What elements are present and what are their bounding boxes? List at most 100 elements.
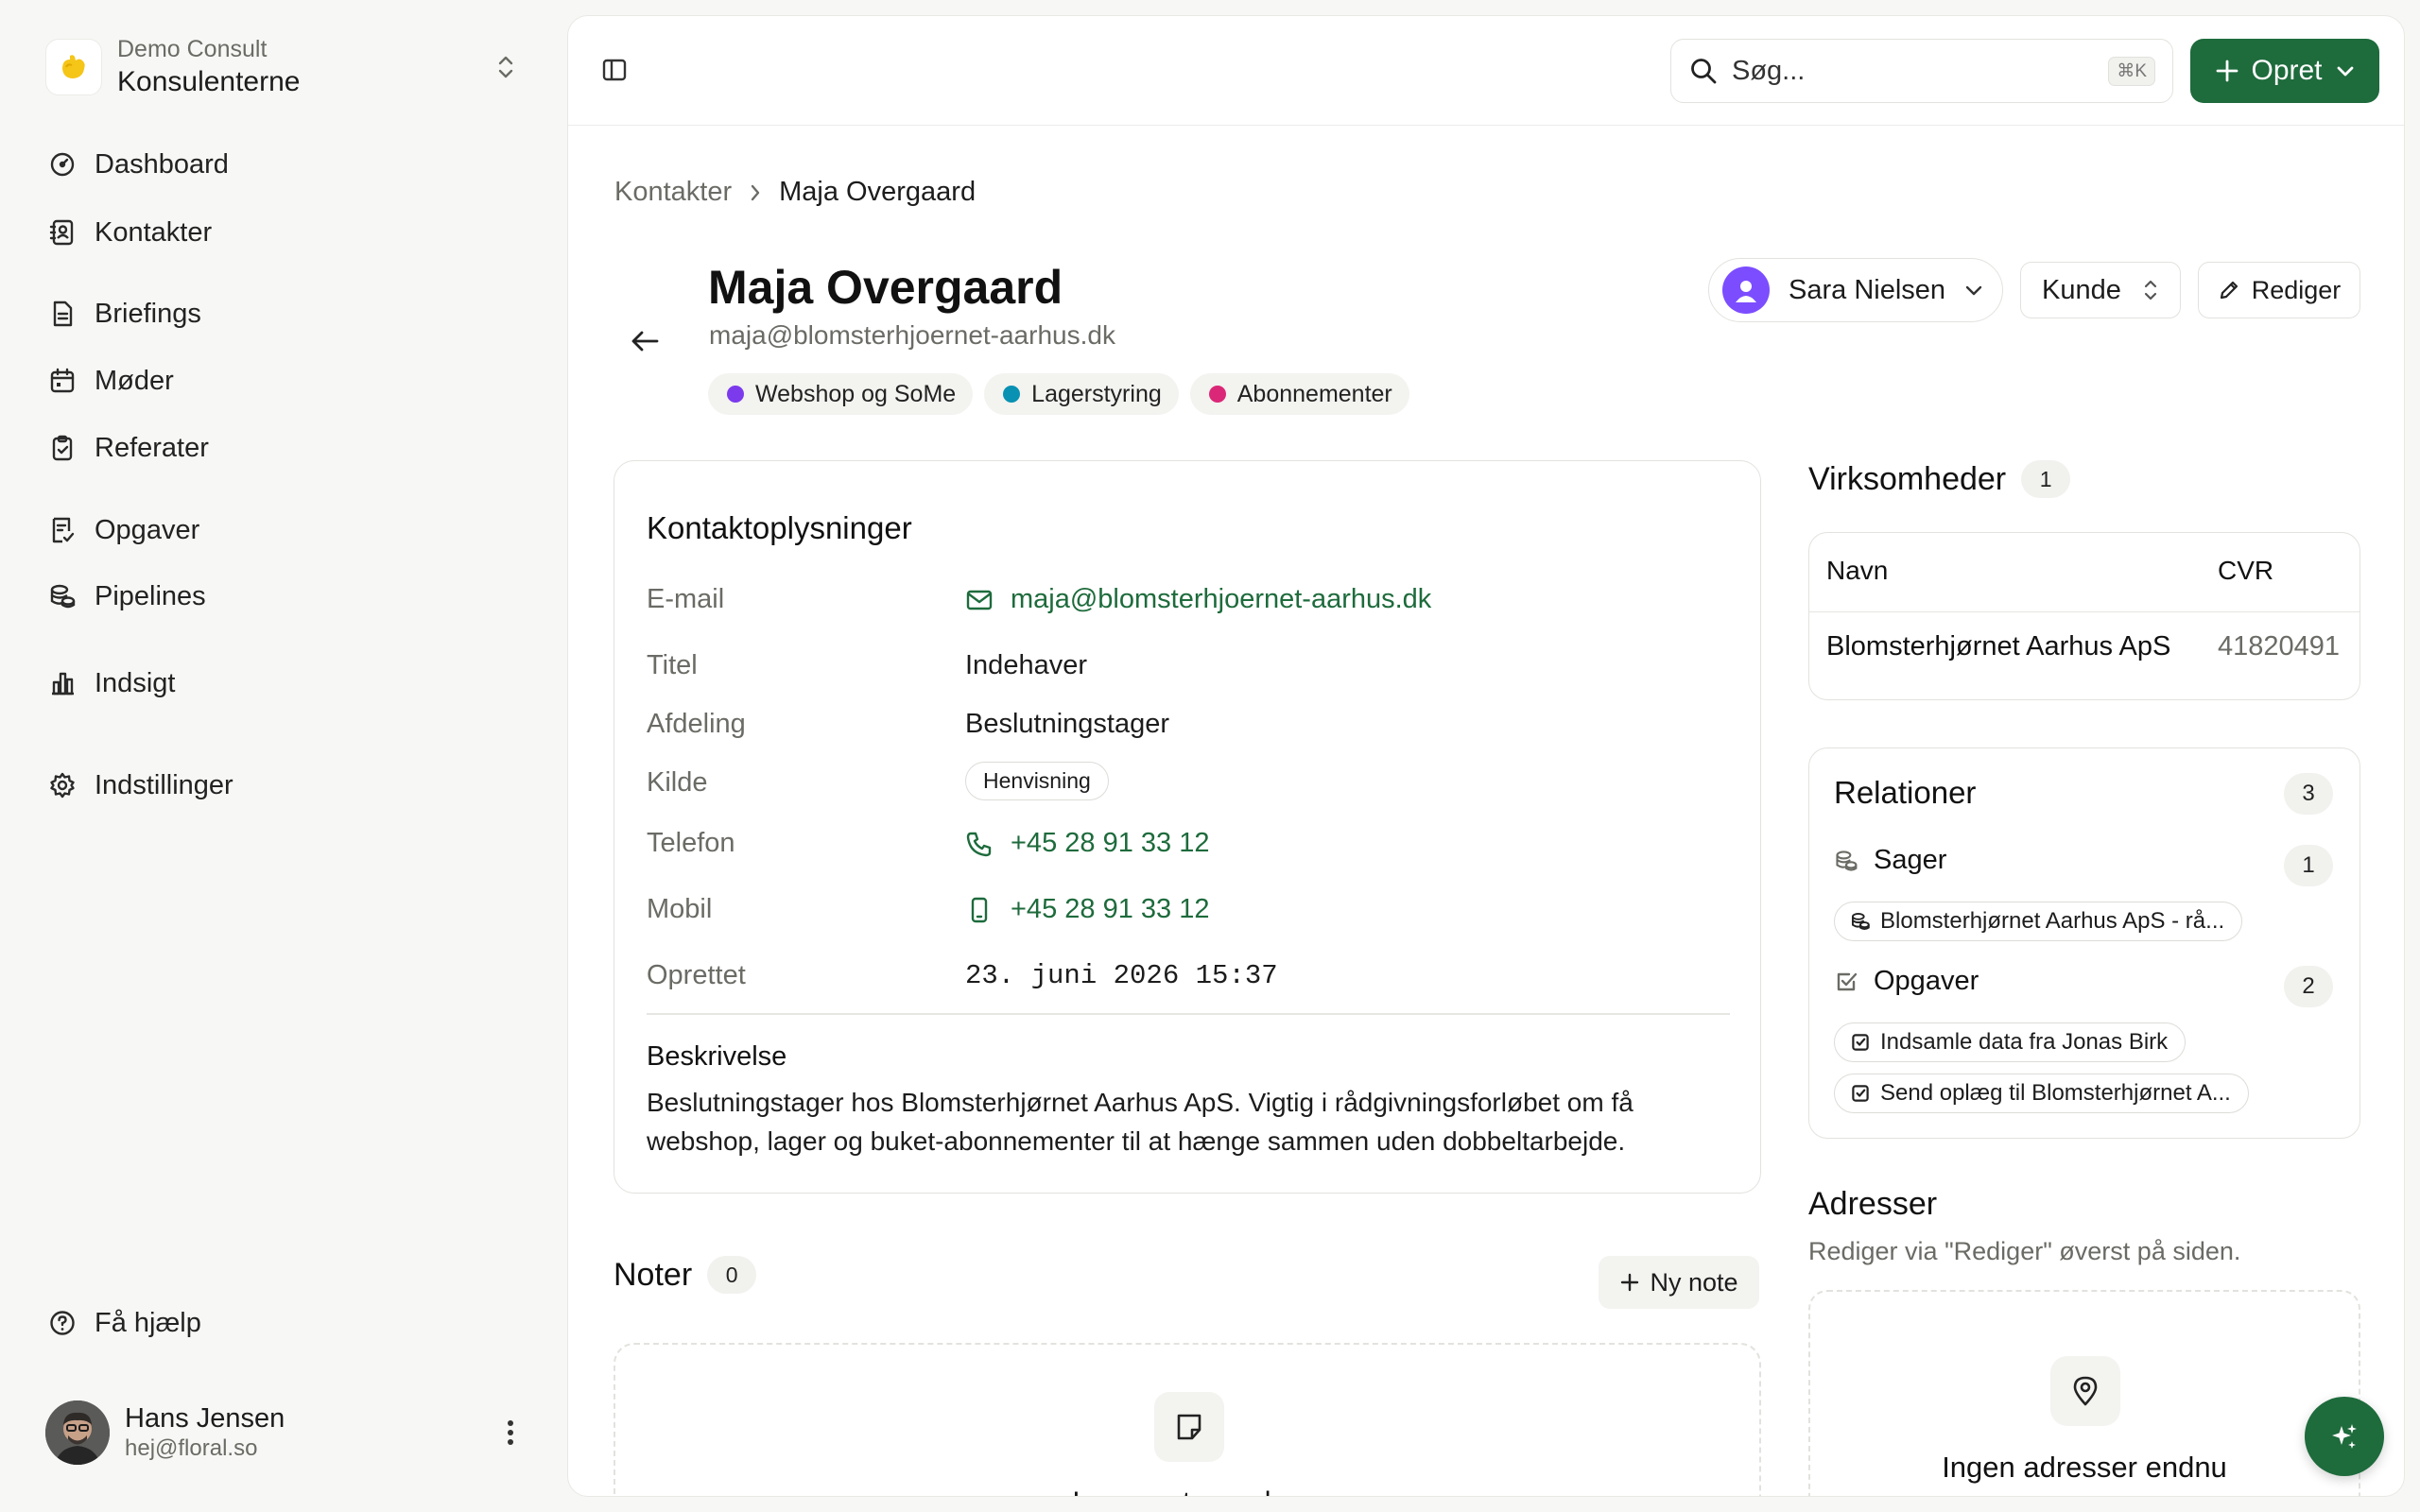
tag-dot [1208,386,1226,403]
relations-cases-header: Sager [1834,845,1946,876]
tag[interactable]: Webshop og SoMe [708,373,974,415]
pipelines-icon [1850,911,1871,932]
company-name[interactable]: Blomsterhjørnet Aarhus ApS [1826,631,2170,662]
nav-contacts[interactable]: Kontakter [47,206,212,259]
task-chip[interactable]: Indsamle data fra Jonas Birk [1834,1022,2187,1062]
description-text: Beslutningstager hos Blomsterhjørnet Aar… [647,1088,1634,1156]
case-chip[interactable]: Blomsterhjørnet Aarhus ApS - rå... [1834,902,2243,941]
chevron-down-icon [1964,284,1983,297]
back-arrow-icon[interactable] [623,318,668,364]
phone-value[interactable]: +45 28 91 33 12 [965,828,1209,859]
new-note-button[interactable]: Ny note [1599,1256,1759,1309]
sparkles-icon [2328,1420,2360,1452]
addresses-title: Adresser [1808,1186,1938,1222]
tasks-count: 2 [2284,966,2333,1007]
nav-dashboard[interactable]: Dashboard [47,138,229,191]
nav-label: Indstillinger [95,769,233,800]
page-title: Maja Overgaard [708,261,1063,314]
nav-settings[interactable]: Indstillinger [47,759,233,812]
companies-header: Virksomheder 1 [1808,460,2071,498]
pencil-icon [2218,279,2240,301]
relations-card: Relationer 3 Sager 1 Blomsterhjørnet Aar… [1808,747,2360,1139]
phone-link[interactable]: +45 28 91 33 12 [1011,828,1209,859]
notes-header: Noter 0 [614,1256,757,1294]
help-icon [47,1308,78,1338]
chevron-right-icon [749,182,762,203]
edit-button[interactable]: Rediger [2198,262,2360,318]
user-menu[interactable]: Hans Jensen hej@floral.so [45,1399,527,1467]
map-pin-icon [2050,1356,2120,1426]
card-title: Kontaktoplysninger [647,510,912,545]
status-select[interactable]: Kunde [2020,262,2181,318]
created-value: 23. juni 2026 15:37 [965,960,1278,991]
owner-select[interactable]: Sara Nielsen [1708,258,2003,322]
tag-label: Lagerstyring [1031,380,1162,407]
tag[interactable]: Abonnementer [1189,373,1409,415]
org-switcher[interactable]: Demo Consult Konsulenterne [45,28,527,106]
nav-briefings[interactable]: Briefings [47,287,201,340]
search-input[interactable]: Søg... ⌘K [1670,39,2173,103]
chevron-down-icon [2336,64,2355,77]
nav-label: Indsigt [95,667,176,698]
chevron-up-down-icon [495,54,516,80]
search-icon [1688,56,1719,86]
meetings-icon [47,366,78,396]
tasks-icon [47,515,78,545]
nav-tasks[interactable]: Opgaver [47,504,199,557]
companies-count: 1 [2021,460,2071,498]
tag-dot [1003,386,1021,403]
task-chip[interactable]: Send oplæg til Blomsterhjørnet A... [1834,1074,2249,1113]
nav-minutes[interactable]: Referater [47,421,209,474]
nav-label: Møder [95,365,174,396]
tag[interactable]: Lagerstyring [984,373,1179,415]
contact-email: maja@blomsterhjoernet-aarhus.dk [709,320,1115,350]
insights-icon [47,668,78,698]
breadcrumb-current: Maja Overgaard [779,177,977,207]
case-label: Blomsterhjørnet Aarhus ApS - rå... [1880,908,2225,934]
more-vertical-icon[interactable] [507,1419,514,1446]
new-note-label: Ny note [1650,1267,1738,1297]
create-button[interactable]: Opret [2190,39,2379,103]
email-value[interactable]: maja@blomsterhjoernet-aarhus.dk [965,584,1431,615]
checkbox-icon [1834,970,1858,994]
table-header: Navn CVR [1809,533,2360,612]
status-value: Kunde [2042,274,2121,305]
relations-count: 3 [2284,773,2333,815]
tag-label: Abonnementer [1236,380,1392,407]
owner-name: Sara Nielsen [1789,274,1946,305]
cases-count: 1 [2284,845,2333,886]
breadcrumb-contacts[interactable]: Kontakter [614,177,732,208]
divider [647,1013,1730,1015]
phone-label: Telefon [647,828,735,858]
mail-icon [965,588,994,612]
org-name: Konsulenterne [117,66,301,97]
task-label: Send oplæg til Blomsterhjørnet A... [1880,1080,2231,1106]
nav-insights[interactable]: Indsigt [47,657,175,710]
contact-info-card: Kontaktoplysninger E-mail maja@blomsterh… [614,460,1761,1194]
email-link[interactable]: maja@blomsterhjoernet-aarhus.dk [1011,584,1431,615]
column-header-cvr: CVR [2218,556,2274,585]
phone-icon [965,830,994,858]
nav-help[interactable]: Få hjælp [47,1297,201,1349]
notes-empty-state: Ingen noter endnu [614,1343,1761,1496]
topbar: Søg... ⌘K Opret [568,16,2404,126]
addresses-subtitle: Rediger via "Rediger" øverst på siden. [1808,1237,2241,1265]
search-placeholder: Søg... [1732,55,1806,86]
description-title: Beskrivelse [647,1041,787,1072]
nav-label: Referater [95,432,209,463]
ai-assistant-button[interactable] [2305,1397,2384,1476]
column-header-name: Navn [1826,556,1889,585]
companies-table: Navn CVR Blomsterhjørnet Aarhus ApS 4182… [1808,532,2360,700]
org-logo [45,39,102,95]
notes-title: Noter [614,1256,693,1293]
plus-icon [1619,1272,1640,1293]
sidebar-toggle-icon[interactable] [600,56,634,90]
nav-meetings[interactable]: Møder [47,354,174,407]
mobile-link[interactable]: +45 28 91 33 12 [1011,894,1209,925]
mobile-value[interactable]: +45 28 91 33 12 [965,894,1209,925]
companies-title: Virksomheder [1808,460,2007,497]
pipelines-icon [47,581,78,611]
search-shortcut: ⌘K [2108,56,2155,86]
nav-pipelines[interactable]: Pipelines [47,570,206,623]
task-label: Indsamle data fra Jonas Birk [1880,1029,2169,1055]
